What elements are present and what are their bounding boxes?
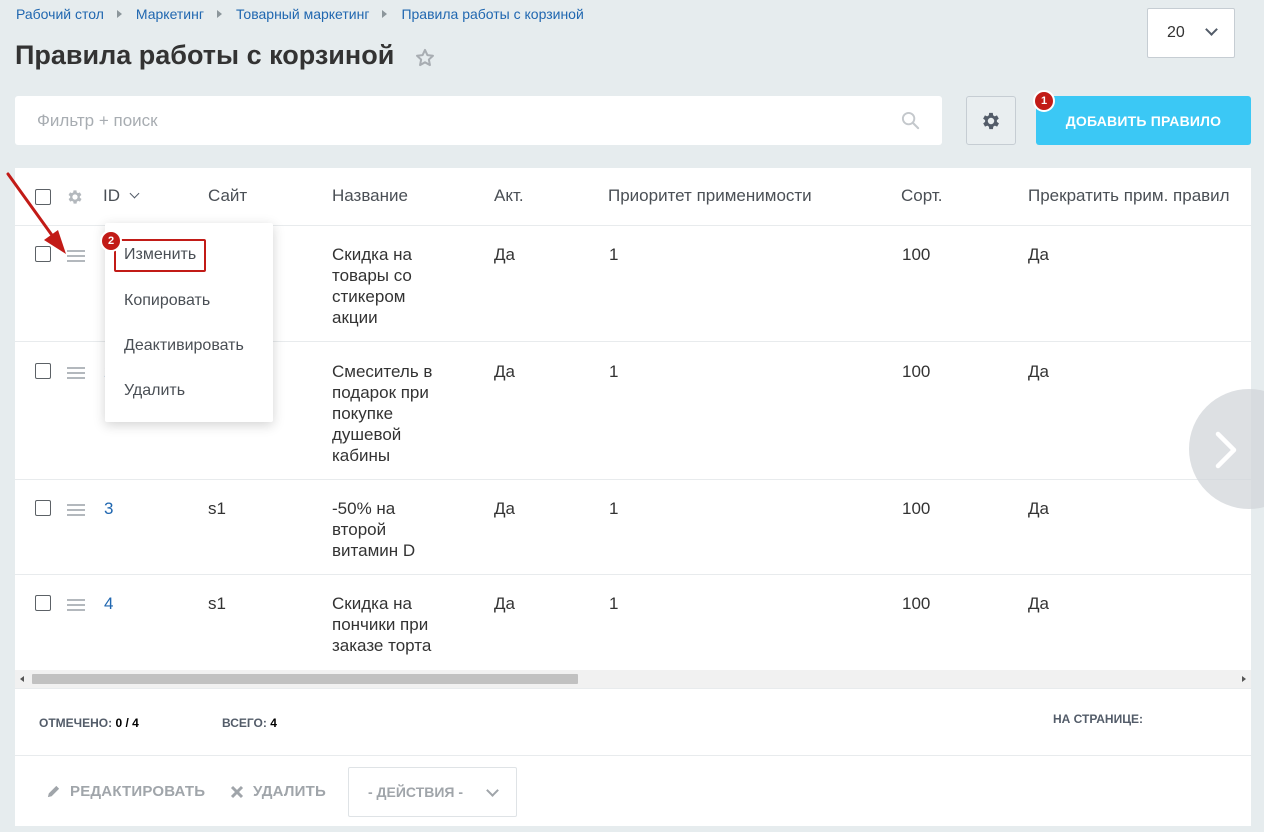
horizontal-scrollbar[interactable] <box>15 670 1251 688</box>
cell-active: Да <box>494 594 515 613</box>
cell-stop: Да <box>1028 594 1049 613</box>
per-page-select[interactable]: 20 <box>1147 8 1235 58</box>
chevron-down-icon <box>1205 23 1218 36</box>
close-icon <box>230 785 244 798</box>
menu-icon[interactable] <box>67 504 85 516</box>
cell-active: Да <box>494 362 515 381</box>
search-input[interactable] <box>15 96 875 145</box>
breadcrumb-desktop[interactable]: Рабочий стол <box>16 6 104 22</box>
annotation-badge-1: 1 <box>1033 90 1055 112</box>
cell-active: Да <box>494 499 515 518</box>
breadcrumb-separator-icon <box>116 10 122 18</box>
actions-select[interactable]: - ДЕЙСТВИЯ - <box>348 767 517 817</box>
page-title-wrap: Правила работы с корзиной <box>15 40 436 71</box>
cell-priority: 1 <box>609 245 619 264</box>
column-header-active[interactable]: Акт. <box>494 186 524 206</box>
breadcrumb-product-marketing[interactable]: Товарный маркетинг <box>236 6 369 22</box>
cell-sort: 100 <box>902 594 931 613</box>
cell-sort: 100 <box>902 245 931 264</box>
menu-item-copy[interactable]: Копировать <box>124 292 210 310</box>
cell-priority: 1 <box>609 362 619 381</box>
chevron-right-icon <box>1215 431 1237 469</box>
page-title: Правила работы с корзиной <box>15 40 395 70</box>
star-icon[interactable] <box>414 47 436 69</box>
grid-header: ID Сайт Название Акт. Приоритет применим… <box>15 168 1251 226</box>
chevron-down-icon <box>129 188 140 199</box>
actions-select-label: - ДЕЙСТВИЯ - <box>368 784 464 800</box>
cell-site: s1 <box>208 499 226 518</box>
scroll-left-icon[interactable] <box>20 676 24 682</box>
checked-count: ОТМЕЧЕНО: 0 / 4 <box>39 716 139 730</box>
cell-id[interactable]: 3 <box>104 498 113 519</box>
cell-sort: 100 <box>902 499 931 518</box>
cell-priority: 1 <box>609 499 619 518</box>
column-header-id[interactable]: ID <box>103 186 140 206</box>
total-label: ВСЕГО: <box>222 716 267 730</box>
cell-stop: Да <box>1028 362 1049 381</box>
annotation-arrow-icon <box>6 172 66 254</box>
cell-active: Да <box>494 245 515 264</box>
cell-name: -50% на второй витамин D <box>332 499 416 560</box>
table-row[interactable]: 3 s1 -50% на второй витамин D Да 1 100 Д… <box>15 480 1251 575</box>
column-header-sort[interactable]: Сорт. <box>901 186 942 206</box>
checked-label: ОТМЕЧЕНО: <box>39 716 113 730</box>
breadcrumb-separator-icon <box>382 10 388 18</box>
total-value: 4 <box>270 716 277 730</box>
search-icon[interactable] <box>901 111 920 130</box>
menu-item-delete[interactable]: Удалить <box>124 382 185 400</box>
column-header-stop[interactable]: Прекратить прим. правил <box>1028 186 1230 206</box>
row-checkbox[interactable] <box>35 363 51 379</box>
breadcrumb-separator-icon <box>216 10 222 18</box>
annotation-highlight-box <box>114 239 206 272</box>
cell-priority: 1 <box>609 594 619 613</box>
filter-search[interactable] <box>15 96 942 145</box>
table-row[interactable]: 4 s1 Скидка на пончики при заказе торта … <box>15 575 1251 670</box>
total-count: ВСЕГО: 4 <box>222 716 277 730</box>
action-panel: РЕДАКТИРОВАТЬ УДАЛИТЬ - ДЕЙСТВИЯ - <box>15 755 1251 826</box>
cell-stop: Да <box>1028 499 1049 518</box>
pencil-icon <box>47 785 60 798</box>
per-page-label: НА СТРАНИЦЕ: <box>1052 712 1143 726</box>
cell-name: Скидка на пончики при заказе торта <box>332 594 432 655</box>
cell-name: Смеситель в подарок при покупке душевой … <box>332 362 433 465</box>
column-header-name[interactable]: Название <box>332 186 408 206</box>
settings-button[interactable] <box>966 96 1016 145</box>
row-checkbox[interactable] <box>35 500 51 516</box>
grid-footer: ОТМЕЧЕНО: 0 / 4 ВСЕГО: 4 НА СТРАНИЦЕ: <box>15 688 1251 755</box>
cell-stop: Да <box>1028 245 1049 264</box>
chevron-down-icon <box>486 784 499 797</box>
breadcrumb-cart-rules[interactable]: Правила работы с корзиной <box>401 6 583 22</box>
column-header-site[interactable]: Сайт <box>208 186 247 206</box>
cell-name: Скидка на товары со стикером акции <box>332 245 412 327</box>
breadcrumb: Рабочий стол Маркетинг Товарный маркетин… <box>16 6 584 22</box>
column-header-priority[interactable]: Приоритет применимости <box>608 186 812 206</box>
edit-button-label: РЕДАКТИРОВАТЬ <box>70 783 206 800</box>
menu-icon[interactable] <box>67 599 85 611</box>
checked-value: 0 / 4 <box>115 716 139 730</box>
menu-icon[interactable] <box>67 367 85 379</box>
delete-button[interactable]: УДАЛИТЬ <box>230 783 326 800</box>
column-header-id-label: ID <box>103 186 120 205</box>
cell-site: s1 <box>208 594 226 613</box>
add-rule-button[interactable]: ДОБАВИТЬ ПРАВИЛО <box>1036 96 1251 145</box>
per-page-value: 20 <box>1167 24 1185 41</box>
delete-button-label: УДАЛИТЬ <box>253 783 326 800</box>
menu-item-deactivate[interactable]: Деактивировать <box>124 337 244 355</box>
scrollbar-thumb[interactable] <box>32 674 578 684</box>
row-checkbox[interactable] <box>35 595 51 611</box>
cell-id[interactable]: 4 <box>104 593 113 614</box>
gear-icon <box>983 112 999 129</box>
cell-sort: 100 <box>902 362 931 381</box>
scroll-right-icon[interactable] <box>1242 676 1246 682</box>
annotation-badge-2: 2 <box>100 230 122 252</box>
breadcrumb-marketing[interactable]: Маркетинг <box>136 6 204 22</box>
edit-button[interactable]: РЕДАКТИРОВАТЬ <box>46 783 205 800</box>
